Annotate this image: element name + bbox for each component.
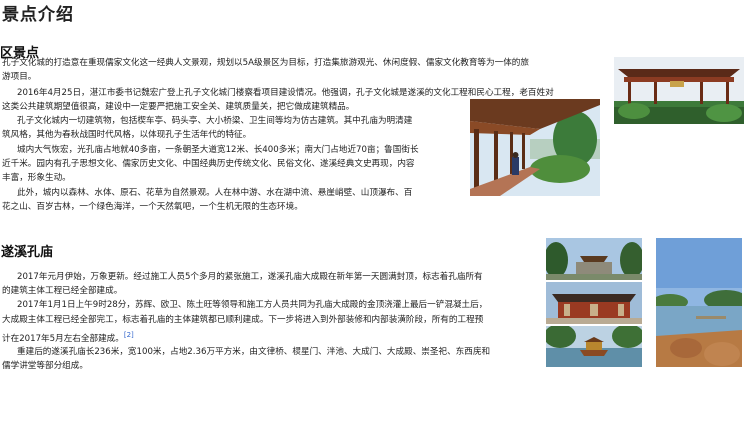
section1-para4-line3: 丰富，形象生动。 (2, 173, 71, 183)
page-title: 景点介绍 (2, 5, 74, 25)
section1-para5-line2: 花之山、百岁古林，一个绿色海洋，一个天然氧吧，一个生机无限的生态环境。 (2, 202, 303, 212)
section-heading-confucius-temple: 遂溪孔庙 (1, 245, 54, 260)
section2-para2-line1: 2017年1月1日上午9时28分，苏辉、欧卫、陈土旺等领导和施工方人员共同为孔庙… (17, 300, 488, 310)
boat-photo (546, 326, 642, 367)
section1-para3-line2: 筑风格，其他为春秋战国时代风格，以体现孔子生活年代的特征。 (2, 130, 252, 140)
section1-para2-line2: 这类公共建筑期望值很高，建设中一定要严把施工安全关、建筑质量关，把它做成建筑精品… (2, 102, 355, 112)
section1-para4-line2: 近千米。园内有孔子思想文化、儒家历史文化、中国经典历史传统文化、民俗文化、遂溪经… (2, 159, 415, 169)
city-gate-photo (546, 238, 642, 280)
section2-para1-line1: 2017年元月伊始，万象更新。经过施工人员5个多月的紧张施工，遂溪孔庙大成殿在新… (17, 272, 483, 282)
temple-hall-photo (546, 282, 642, 324)
section1-para5-line1: 此外，城内以森林、水体、原石、花草为自然景观。人在林中游、水在湖中流、悬崖峭壁、… (17, 188, 413, 198)
section1-para3-line1: 孔子文化城内一切建筑物，包括楔车亭、码头亭、大小桥梁、卫生间等均为仿古建筑。其中… (17, 116, 413, 126)
section2-para3-line2: 儒学讲堂等部分组成。 (2, 361, 88, 371)
corridor-photo (470, 99, 600, 196)
section2-para1-line2: 的建筑主体工程已经全部建成。 (2, 286, 123, 296)
section2-para2-line3: 计在2017年5月左右全部建成。[2] (2, 331, 134, 344)
section1-para1-line1: 孔子文化城的打造意在重现儒家文化这一经典人文景观，规划以5A级景区为目标，打造集… (2, 58, 529, 68)
section2-para3-line1: 重建后的遂溪孔庙长236米，宽100米，占地2.36万平方米，由文律桥、棂星门、… (17, 347, 491, 357)
section1-para4-line1: 城内大气恢宏，光孔庙占地就40多亩，一条朝圣大道宽12米、长400多米；南大门占… (17, 145, 419, 155)
pavilion-photo (614, 57, 744, 124)
lake-photo (656, 238, 742, 367)
section2-para2-line2: 大成殿主体工程已经全部完工，标志着孔庙的主体建筑都已顺利建成。下一步将进入到外部… (2, 315, 484, 325)
section1-para2-line1: 2016年4月25日，湛江市委书记魏宏广登上孔子文化城门楼察看项目建设情况。他强… (17, 88, 554, 98)
citation-link[interactable]: [2] (124, 331, 134, 339)
section1-para1-line2: 游项目。 (2, 72, 37, 82)
